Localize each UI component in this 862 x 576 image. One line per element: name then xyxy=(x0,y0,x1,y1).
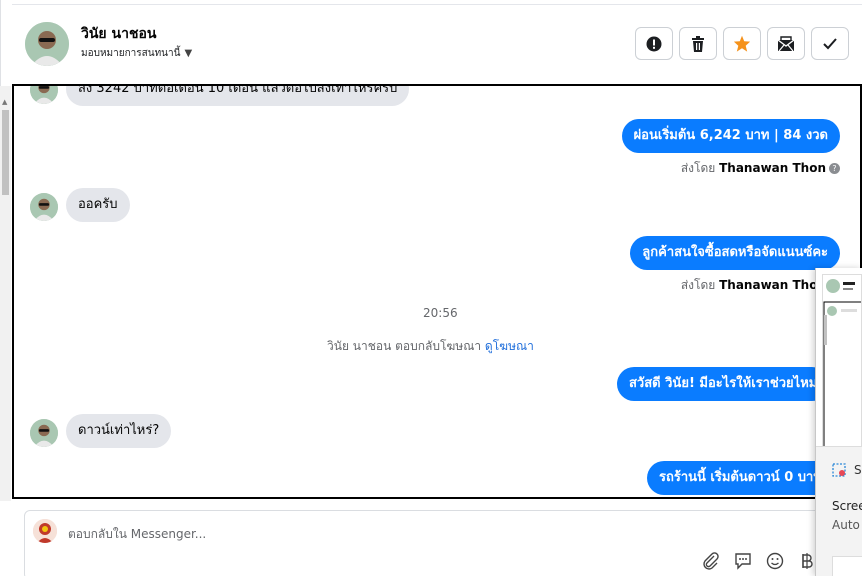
assign-label: มอบหมายการสนทนานี้ xyxy=(81,48,181,59)
star-icon xyxy=(733,35,751,52)
reply-composer[interactable]: ตอบกลับใน Messenger... xyxy=(24,510,862,576)
contact-avatar[interactable] xyxy=(25,22,69,66)
messenger-inbox: วินัย นาชอน มอบหมายการสนทนานี้ ▼ ▲ ส่ง 3… xyxy=(0,0,862,576)
trash-icon xyxy=(692,35,704,52)
sender-avatar xyxy=(30,86,58,104)
assign-conversation-dropdown[interactable]: มอบหมายการสนทนานี้ ▼ xyxy=(81,46,192,61)
message-thread[interactable]: ส่ง 3242 บาทต่อเดือน 10 เดือน แล้วต่อไปส… xyxy=(12,84,862,499)
sent-by-prefix: ส่งโดย xyxy=(680,161,716,175)
screenshot-notification[interactable]: S Scree Auto xyxy=(816,446,862,576)
sent-by-label: ส่งโดย Thanawan Thon? xyxy=(681,159,840,178)
saved-replies-icon[interactable] xyxy=(733,551,753,571)
notification-app-name: S xyxy=(854,463,862,477)
snipping-tool-icon xyxy=(832,463,846,477)
message-outgoing[interactable]: ลูกค้าสนใจซื้อสดหรือจัดแนนซ์คะ xyxy=(630,236,840,270)
baht-icon[interactable] xyxy=(797,551,817,571)
conversation-header: วินัย นาชอน มอบหมายการสนทนานี้ ▼ xyxy=(0,0,862,86)
scrollbar-thumb[interactable] xyxy=(2,110,9,195)
emoji-icon[interactable] xyxy=(765,551,785,571)
message-timestamp: 20:56 xyxy=(423,306,458,320)
screenshot-thumbnail[interactable] xyxy=(822,274,862,449)
sender-name: Thanawan Thon xyxy=(719,161,826,175)
ad-reply-text: วินัย นาชอน ตอบกลับโฆษณา xyxy=(327,339,482,353)
mark-unread-button[interactable] xyxy=(767,27,805,60)
notification-action-button[interactable] xyxy=(832,556,862,576)
notification-subtitle: Auto xyxy=(832,518,860,532)
reply-input-placeholder[interactable]: ตอบกลับใน Messenger... xyxy=(68,525,206,544)
sender-name: Thanawan Thon xyxy=(719,278,826,292)
contact-name[interactable]: วินัย นาชอน xyxy=(81,23,156,45)
mark-done-button[interactable] xyxy=(811,27,849,60)
alert-circle-icon xyxy=(646,36,662,51)
chevron-down-icon: ▼ xyxy=(184,48,193,59)
view-ad-link[interactable]: ดูโฆษณา xyxy=(485,339,534,353)
scroll-up-icon[interactable]: ▲ xyxy=(2,98,7,106)
message-incoming[interactable]: ดาวน์เท่าไหร่? xyxy=(66,414,172,448)
page-avatar xyxy=(33,519,57,543)
star-button[interactable] xyxy=(723,27,761,60)
notification-title: Scree xyxy=(832,499,862,513)
conversation-actions xyxy=(635,27,849,60)
message-outgoing[interactable]: สวัสดี วินัย! มีอะไรให้เราช่วยไหม xyxy=(617,367,830,401)
composer-toolbar xyxy=(701,551,817,571)
message-outgoing[interactable]: ผ่อนเริ่มต้น 6,242 บาท | 84 งวด xyxy=(621,119,840,153)
ad-reply-notice: วินัย นาชอน ตอบกลับโฆษณา ดูโฆษณา xyxy=(327,337,534,356)
paperclip-icon[interactable] xyxy=(701,551,721,571)
sent-by-prefix: ส่งโดย xyxy=(680,278,716,292)
envelope-icon xyxy=(777,35,795,51)
checkmark-icon xyxy=(823,37,837,49)
sender-avatar xyxy=(30,419,58,447)
message-incoming[interactable]: ออครับ xyxy=(66,188,130,222)
sender-avatar xyxy=(30,193,58,221)
delete-button[interactable] xyxy=(679,27,717,60)
message-incoming[interactable]: ส่ง 3242 บาทต่อเดือน 10 เดือน แล้วต่อไปส… xyxy=(66,86,410,106)
message-outgoing[interactable]: รถร้านนี้ เริ่มต้นดาวน์ 0 บาท xyxy=(647,461,834,495)
help-icon[interactable]: ? xyxy=(829,163,840,174)
report-button[interactable] xyxy=(635,27,673,60)
screenshot-popup[interactable]: S Scree Auto xyxy=(815,268,862,576)
